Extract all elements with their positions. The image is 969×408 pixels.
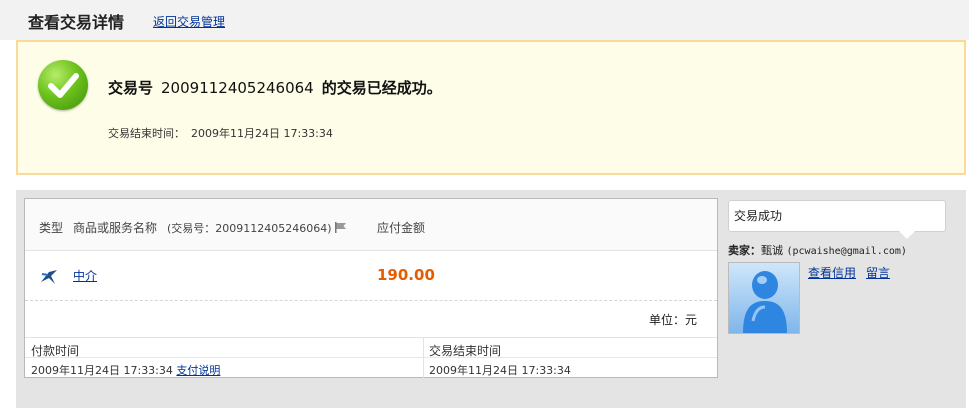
success-text: 的交易已经成功。 xyxy=(321,79,442,97)
grid-separator xyxy=(423,338,424,378)
time-grid: 付款时间 交易结束时间 2009年11月24日 17:33:34 支付说明 20… xyxy=(25,337,717,378)
col-amount: 应付金额 xyxy=(377,221,426,235)
user-icon xyxy=(743,271,787,333)
detail-panel: 类型 商品或服务名称 (交易号：2009112405246064) 应付金额 中… xyxy=(16,190,966,408)
trade-status-bubble: 交易成功 xyxy=(728,200,946,239)
end-time-col-label: 交易结束时间 xyxy=(429,344,502,358)
seller-label: 卖家： xyxy=(728,244,761,257)
col-type: 类型 xyxy=(39,221,64,235)
item-name-link[interactable]: 中介 xyxy=(73,267,97,284)
end-time-col-value: 2009年11月24日 17:33:34 xyxy=(429,364,571,377)
table-header: 类型 商品或服务名称 (交易号：2009112405246064) 应付金额 xyxy=(25,199,717,251)
seller-name: 甄诚 xyxy=(761,244,783,257)
seller-email: (pcwaishe@gmail.com) xyxy=(786,246,907,257)
item-amount: 190.00 xyxy=(377,266,435,284)
trade-detail-card: 类型 商品或服务名称 (交易号：2009112405246064) 应付金额 中… xyxy=(24,198,718,378)
trade-no-prefix: 交易号 xyxy=(108,79,154,97)
trade-end-time: 交易结束时间： 2009年11月24日 17:33:34 xyxy=(108,125,333,141)
seller-links: 查看信用 留言 xyxy=(808,264,890,281)
pay-time-value: 2009年11月24日 17:33:34 支付说明 xyxy=(31,362,220,378)
bubble-tail xyxy=(899,231,915,239)
end-time-label: 交易结束时间： xyxy=(108,127,185,140)
pay-time-label: 付款时间 xyxy=(31,344,80,358)
col-trade-ref: (交易号：2009112405246064) xyxy=(167,220,347,236)
leave-message-link[interactable]: 留言 xyxy=(866,266,890,280)
trade-number: 2009112405246064 xyxy=(161,79,314,97)
trade-status: 交易成功 xyxy=(734,209,783,223)
page-title: 查看交易详情 xyxy=(28,13,125,32)
seller-avatar xyxy=(728,262,800,334)
page-header: 查看交易详情 返回交易管理 xyxy=(0,0,969,40)
end-time-value: 2009年11月24日 17:33:34 xyxy=(191,127,333,140)
intermediary-icon xyxy=(41,270,57,284)
seller-info: 卖家：甄诚 (pcwaishe@gmail.com) xyxy=(728,242,907,258)
success-notice: 交易号 2009112405246064 的交易已经成功。 交易结束时间： 2009年… xyxy=(16,40,966,175)
col-name: 商品或服务名称 xyxy=(73,221,158,235)
col-trade-ref-text: (交易号：2009112405246064) xyxy=(167,222,332,235)
grid-divider xyxy=(25,357,717,358)
pay-time-text: 2009年11月24日 17:33:34 xyxy=(31,364,173,377)
table-row: 中介 190.00 xyxy=(25,251,717,301)
payment-note-link[interactable]: 支付说明 xyxy=(176,364,220,377)
flag-icon[interactable] xyxy=(334,222,347,233)
success-check-icon xyxy=(38,60,88,110)
view-credit-link[interactable]: 查看信用 xyxy=(808,266,856,280)
back-to-trade-management-link[interactable]: 返回交易管理 xyxy=(153,13,225,30)
success-message: 交易号 2009112405246064 的交易已经成功。 xyxy=(108,77,442,98)
currency-unit: 单位：元 xyxy=(648,313,697,327)
